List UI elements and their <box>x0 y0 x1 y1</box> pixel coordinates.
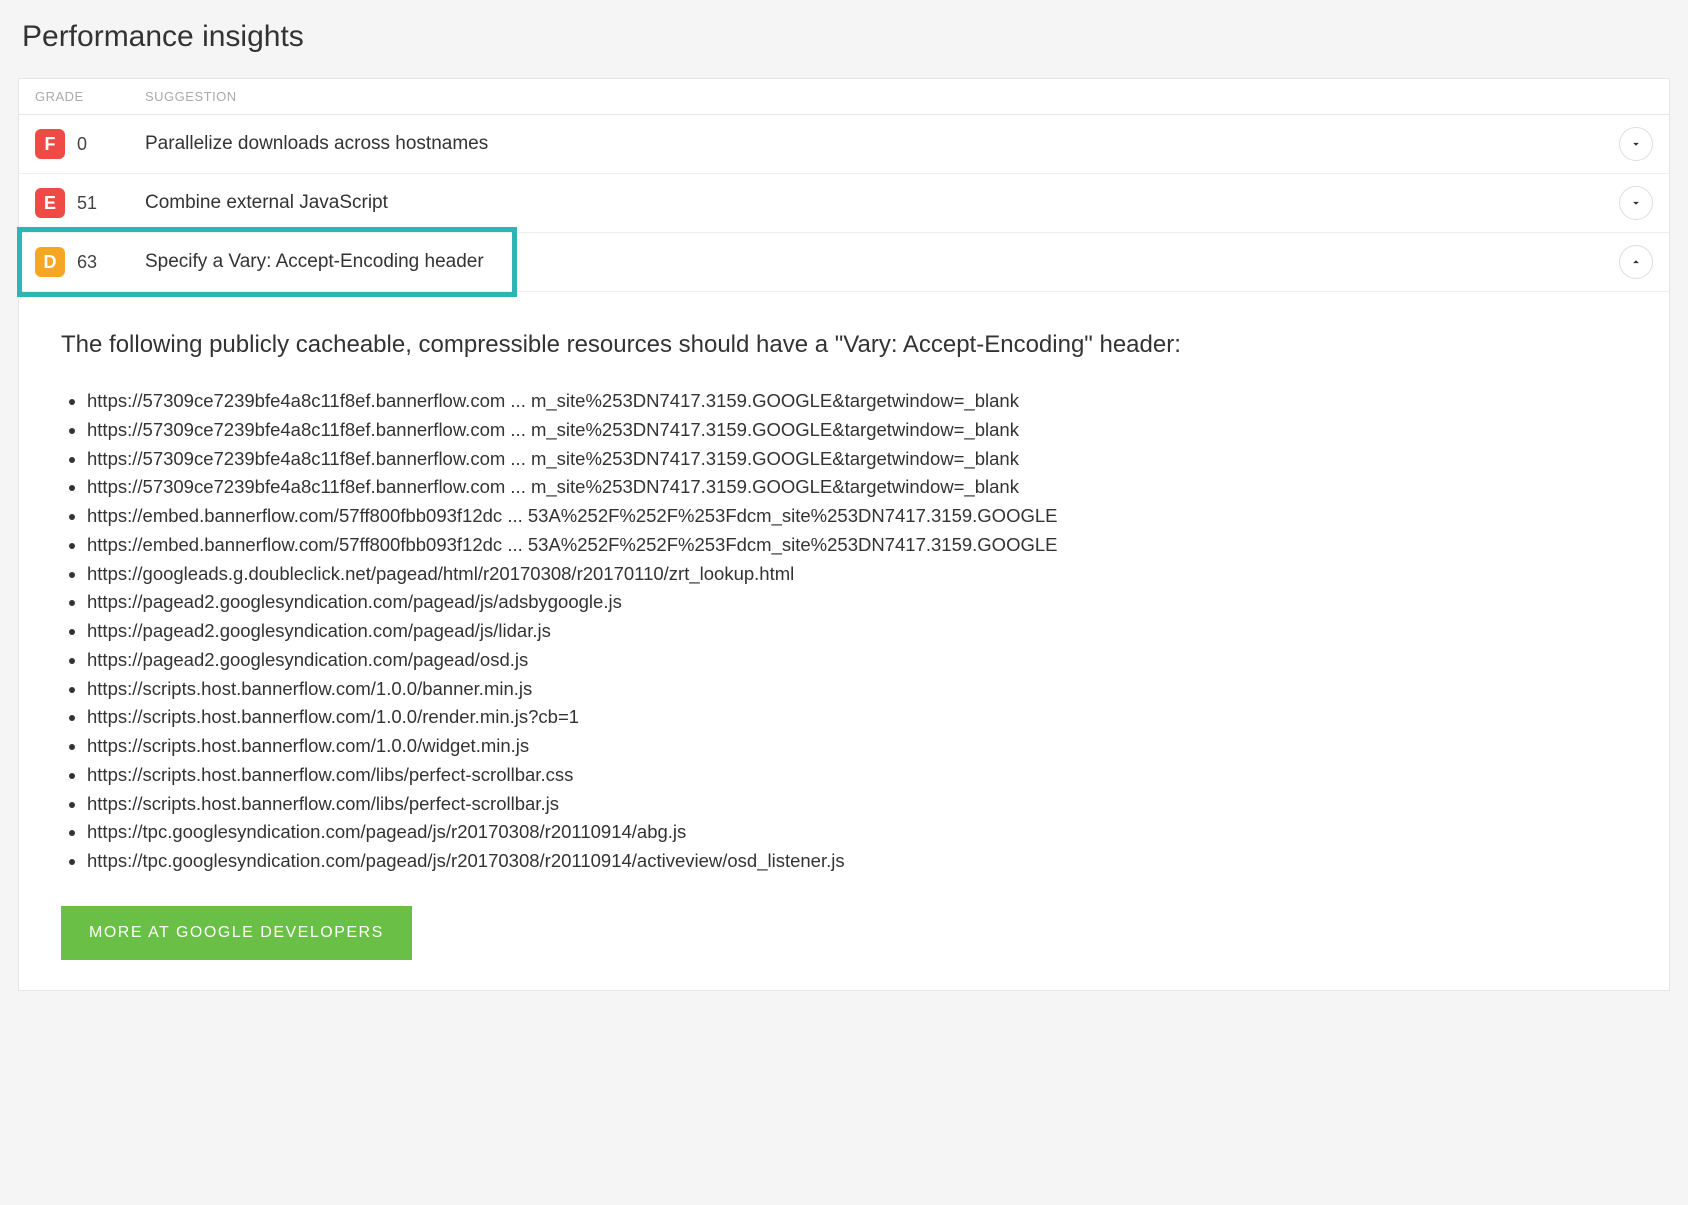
grade-cell: D 63 <box>35 247 145 277</box>
list-item: https://embed.bannerflow.com/57ff800fbb0… <box>87 502 1627 530</box>
insight-row[interactable]: D 63 Specify a Vary: Accept-Encoding hea… <box>19 233 1669 292</box>
suggestion-text: Combine external JavaScript <box>145 192 1607 214</box>
detail-description: The following publicly cacheable, compre… <box>61 326 1627 363</box>
list-item: https://pagead2.googlesyndication.com/pa… <box>87 617 1627 645</box>
list-item: https://scripts.host.bannerflow.com/libs… <box>87 761 1627 789</box>
expand-toggle[interactable] <box>1619 186 1653 220</box>
insights-panel: GRADE SUGGESTION F 0 Parallelize downloa… <box>18 78 1670 991</box>
list-item: https://tpc.googlesyndication.com/pagead… <box>87 818 1627 846</box>
list-item: https://57309ce7239bfe4a8c11f8ef.bannerf… <box>87 387 1627 415</box>
list-item: https://tpc.googlesyndication.com/pagead… <box>87 847 1627 875</box>
suggestion-text: Specify a Vary: Accept-Encoding header <box>145 251 1607 273</box>
insight-row[interactable]: E 51 Combine external JavaScript <box>19 174 1669 233</box>
list-item: https://googleads.g.doubleclick.net/page… <box>87 560 1627 588</box>
list-item: https://scripts.host.bannerflow.com/libs… <box>87 790 1627 818</box>
chevron-up-icon <box>1629 255 1643 269</box>
list-item: https://pagead2.googlesyndication.com/pa… <box>87 588 1627 616</box>
grade-score: 63 <box>77 252 97 273</box>
table-header: GRADE SUGGESTION <box>19 79 1669 115</box>
list-item: https://pagead2.googlesyndication.com/pa… <box>87 646 1627 674</box>
list-item: https://embed.bannerflow.com/57ff800fbb0… <box>87 531 1627 559</box>
expanded-detail: The following publicly cacheable, compre… <box>19 292 1669 990</box>
column-header-grade: GRADE <box>35 89 145 104</box>
grade-badge: E <box>35 188 65 218</box>
grade-badge: D <box>35 247 65 277</box>
list-item: https://scripts.host.bannerflow.com/1.0.… <box>87 675 1627 703</box>
grade-cell: F 0 <box>35 129 145 159</box>
more-google-developers-button[interactable]: MORE AT GOOGLE DEVELOPERS <box>61 906 412 960</box>
suggestion-text: Parallelize downloads across hostnames <box>145 133 1607 155</box>
expand-toggle[interactable] <box>1619 127 1653 161</box>
list-item: https://scripts.host.bannerflow.com/1.0.… <box>87 703 1627 731</box>
list-item: https://57309ce7239bfe4a8c11f8ef.bannerf… <box>87 445 1627 473</box>
grade-cell: E 51 <box>35 188 145 218</box>
list-item: https://scripts.host.bannerflow.com/1.0.… <box>87 732 1627 760</box>
list-item: https://57309ce7239bfe4a8c11f8ef.bannerf… <box>87 416 1627 444</box>
expand-toggle[interactable] <box>1619 245 1653 279</box>
column-header-suggestion: SUGGESTION <box>145 89 1653 104</box>
page-title: Performance insights <box>22 20 1670 54</box>
list-item: https://57309ce7239bfe4a8c11f8ef.bannerf… <box>87 473 1627 501</box>
insight-row[interactable]: F 0 Parallelize downloads across hostnam… <box>19 115 1669 174</box>
detail-url-list: https://57309ce7239bfe4a8c11f8ef.bannerf… <box>61 387 1627 875</box>
chevron-down-icon <box>1629 196 1643 210</box>
grade-score: 51 <box>77 193 97 214</box>
grade-badge: F <box>35 129 65 159</box>
chevron-down-icon <box>1629 137 1643 151</box>
grade-score: 0 <box>77 134 87 155</box>
